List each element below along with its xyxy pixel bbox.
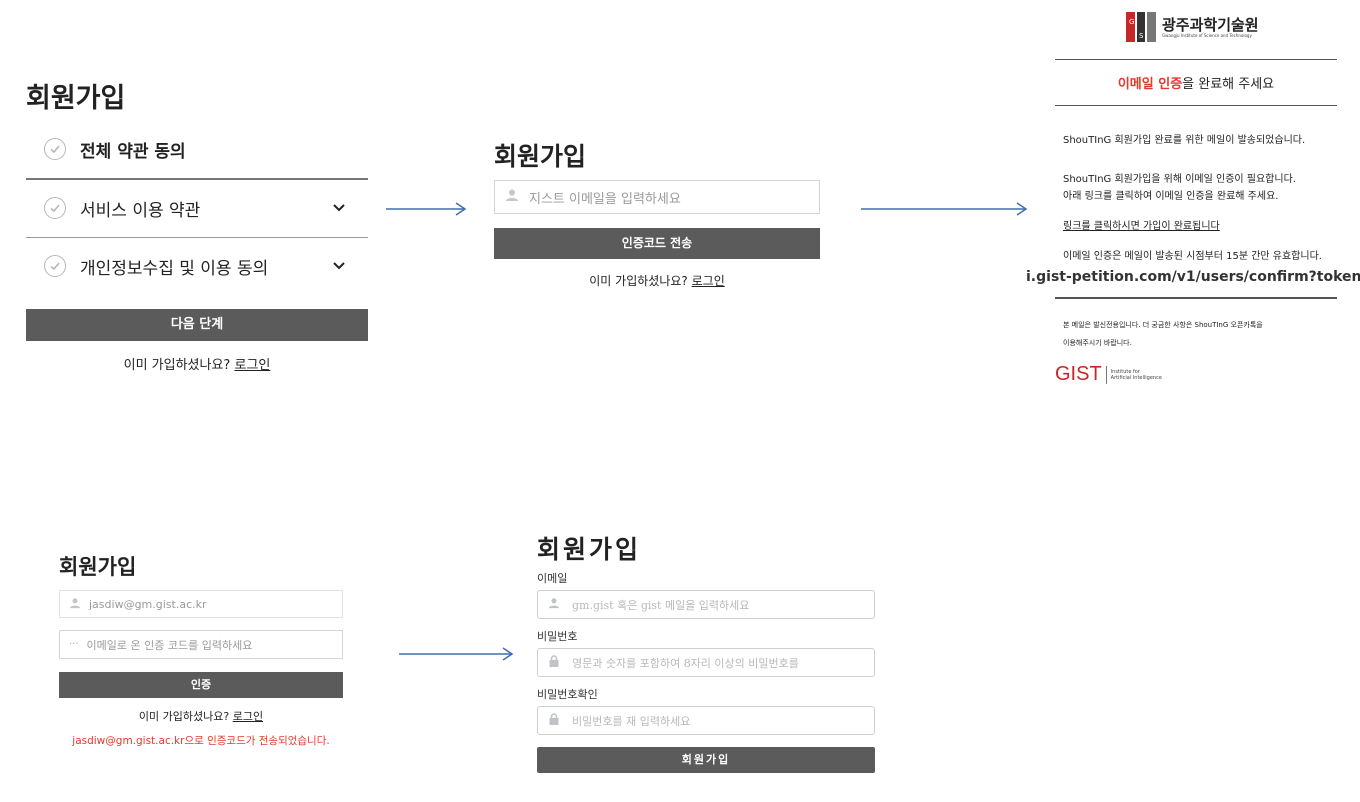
panel1-title: 회원가입 [26, 83, 126, 114]
login-prompt: 이미 가입하셨나요? 로그인 [59, 708, 343, 724]
email-label: 이메일 [537, 572, 568, 585]
check-circle-icon[interactable] [44, 197, 66, 219]
login-prompt: 이미 가입하셨나요? 로그인 [26, 354, 368, 373]
email-body-line-red: 아래 링크를 클릭하여 이메일 인증을 완료해 주세요. [1063, 191, 1279, 202]
code-placeholder: 이메일로 온 인증 코드를 입력하세요 [86, 638, 253, 652]
dots-icon: ··· [69, 639, 79, 650]
chevron-down-icon[interactable] [332, 199, 346, 218]
next-step-button[interactable]: 다음 단계 [26, 309, 368, 341]
check-circle-icon[interactable] [44, 138, 66, 160]
service-terms-row[interactable]: 서비스 이용 약관 [26, 196, 368, 221]
gist-logo-sub2: Artificial Intelligence [1110, 374, 1162, 381]
confirm-password-input[interactable]: 비밀번호를 재 입력하세요 [537, 706, 875, 735]
panel3-title: 회원가입 [59, 555, 137, 579]
email-header-highlight: 이메일 인증 [1117, 77, 1183, 92]
agree-all-row[interactable]: 전체 약관 동의 [26, 137, 368, 162]
password-label: 비밀번호 [537, 630, 578, 643]
confirm-password-label: 비밀번호확인 [537, 688, 598, 701]
already-text: 이미 가입하셨나요? [138, 710, 230, 723]
email-body-line: 이메일 인증은 메일이 발송된 시점부터 15분 간만 유효합니다. [1063, 251, 1322, 262]
lock-icon [548, 713, 560, 728]
email-body-line: ShouTInG 회원가입을 위해 이메일 인증이 필요합니다. [1063, 174, 1296, 185]
gist-ai-logo: GIST Institute for Artificial Intelligen… [1055, 363, 1162, 386]
login-prompt: 이미 가입하셨나요? 로그인 [494, 272, 820, 289]
agree-all-label: 전체 약관 동의 [80, 141, 186, 162]
svg-text:S: S [1139, 32, 1144, 40]
divider [1055, 105, 1337, 106]
send-code-button[interactable]: 인증코드 전송 [494, 228, 820, 259]
panel2-title: 회원가입 [494, 142, 587, 171]
divider [26, 237, 368, 238]
email-body-line: ShouTInG 회원가입 완료를 위한 메일이 발송되었습니다. [1063, 135, 1306, 146]
email-header-rest: 을 완료해 주세요 [1182, 77, 1275, 92]
arrow-right-icon [861, 202, 1028, 216]
password-placeholder: 영문과 숫자를 포함하여 8자리 이상의 비밀번호를 [572, 656, 799, 670]
email-placeholder: 지스트 이메일을 입력하세요 [529, 191, 681, 207]
login-link[interactable]: 로그인 [234, 358, 270, 373]
email-confirm-note[interactable]: 링크를 클릭하시면 가입이 완료됩니다 [1063, 217, 1220, 232]
confirm-link[interactable]: i.gist-petition.com/v1/users/confirm?tok… [1026, 269, 1360, 285]
arrow-right-icon [399, 647, 514, 661]
privacy-terms-label: 개인정보수집 및 이용 동의 [80, 258, 269, 279]
divider [1055, 297, 1337, 299]
password-input[interactable]: 영문과 숫자를 포함하여 8자리 이상의 비밀번호를 [537, 648, 875, 677]
email-placeholder: gm.gist 혹은 gist 메일을 입력하세요 [572, 598, 750, 612]
email-input[interactable]: gm.gist 혹은 gist 메일을 입력하세요 [537, 590, 875, 619]
user-icon [505, 188, 519, 206]
divider [1055, 59, 1337, 60]
check-circle-icon[interactable] [44, 255, 66, 277]
user-icon [548, 597, 560, 612]
email-footer-line: 본 메일은 발신전용입니다. 더 궁금한 사항은 ShouTInG 오픈카톡을 [1063, 321, 1263, 329]
email-header: 이메일 인증을 완료해 주세요 [1055, 73, 1337, 92]
signup-button[interactable]: 회원가입 [537, 747, 875, 773]
login-link[interactable]: 로그인 [692, 274, 725, 288]
institute-logo-text: 광주과학기술원 [1162, 16, 1259, 34]
divider [26, 178, 368, 180]
email-input[interactable]: 지스트 이메일을 입력하세요 [494, 180, 820, 214]
service-terms-label: 서비스 이용 약관 [80, 200, 201, 221]
verification-code-input[interactable]: ··· 이메일로 온 인증 코드를 입력하세요 [59, 630, 343, 659]
privacy-terms-row[interactable]: 개인정보수집 및 이용 동의 [26, 254, 368, 279]
panel4-title: 회원가입 [537, 535, 642, 564]
lock-icon [548, 655, 560, 670]
email-footer-line: 이용해주시기 바랍니다. [1063, 339, 1132, 347]
svg-text:G: G [1129, 18, 1134, 26]
login-link[interactable]: 로그인 [233, 710, 263, 723]
gist-emblem-icon: G S [1126, 12, 1156, 42]
code-sent-message: jasdiw@gm.gist.ac.kr으로 인증코드가 전송되었습니다. [72, 735, 330, 747]
institute-logo-subtext: Gwangju Institute of Science and Technol… [1162, 33, 1252, 38]
gist-logo-text: GIST [1055, 363, 1102, 385]
verify-button[interactable]: 인증 [59, 672, 343, 698]
email-field[interactable]: jasdiw@gm.gist.ac.kr [59, 590, 343, 618]
email-value: jasdiw@gm.gist.ac.kr [89, 597, 207, 611]
already-text: 이미 가입하셨나요? [589, 274, 688, 288]
confirm-placeholder: 비밀번호를 재 입력하세요 [572, 714, 691, 728]
chevron-down-icon[interactable] [332, 257, 346, 276]
arrow-right-icon [386, 202, 467, 216]
already-text: 이미 가입하셨나요? [123, 358, 231, 373]
user-icon [69, 597, 81, 612]
